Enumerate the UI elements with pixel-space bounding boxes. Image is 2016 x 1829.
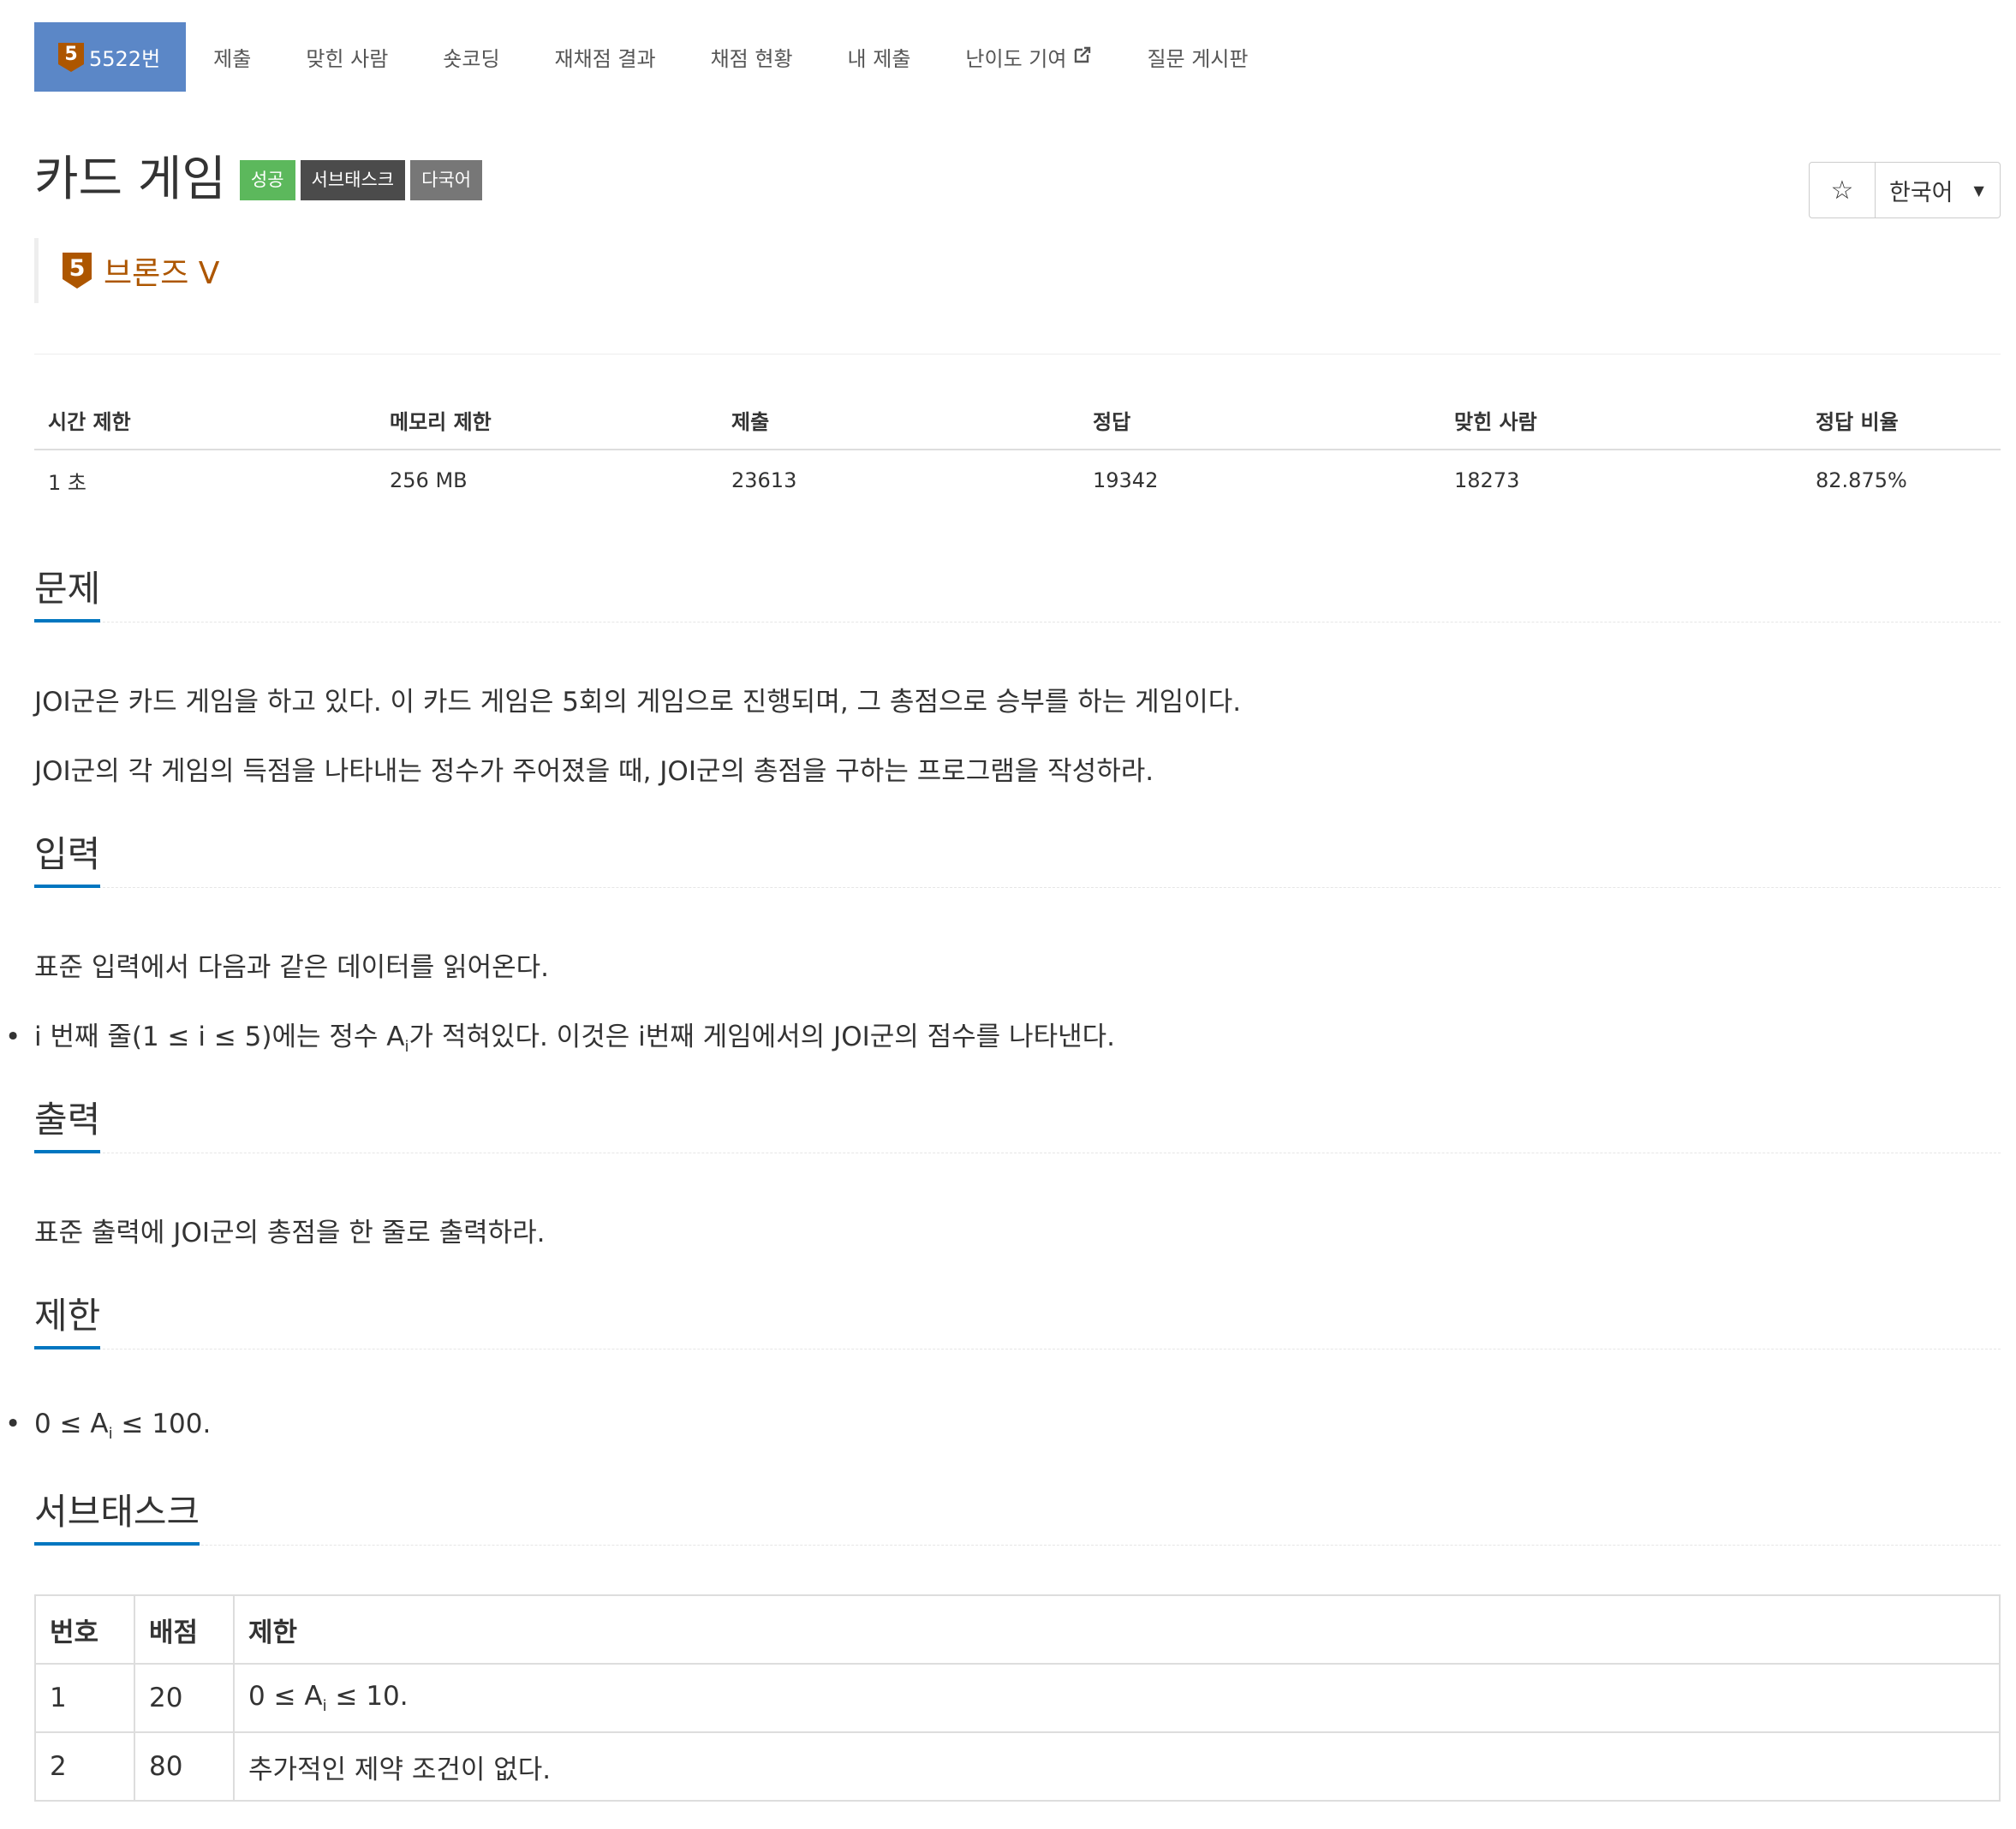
header-solved-users: 맞힌 사람 [1440,390,1802,450]
section-title: 문제 [34,568,101,623]
problem-number: 5522번 [89,47,161,71]
subtask-heading: 서브태스크 [34,1490,2001,1546]
accept-ratio-value: 82.875% [1816,468,1907,492]
problem-title-row: 카드 게임 성공 서브태스크 다국어 [34,152,483,207]
section-title: 출력 [34,1099,101,1154]
tab-difficulty-contribution[interactable]: 난이도 기여 [938,22,1119,92]
input-heading: 입력 [34,832,2001,889]
time-limit-value: 1 초 [48,470,86,495]
problem-title: 카드 게임 [34,152,226,207]
problem-menu: 5 5522번 제출 맞힌 사람 숏코딩 재채점 결과 채점 현황 내 제출 난… [34,22,1275,92]
external-link-icon [1073,45,1092,69]
tab-solved-users[interactable]: 맞힌 사람 [278,22,415,92]
bronze-tier-icon: 5 [58,42,84,72]
section-title: 입력 [34,833,101,889]
output-heading: 출력 [34,1098,2001,1154]
subtask-score: 80 [134,1731,235,1802]
caret-down-icon: ▼ [1973,182,1984,199]
tab-short-coding[interactable]: 숏코딩 [415,22,527,92]
output-paragraph: 표준 출력에 JOI군의 총점을 한 줄로 출력하라. [34,1218,546,1248]
language-select[interactable]: 한국어 ▼ [1876,162,2001,218]
table-row: 2 80 추가적인 제약 조건이 없다. [34,1731,2001,1802]
tab-my-submissions[interactable]: 내 제출 [820,22,939,92]
tab-rejudge[interactable]: 재채점 결과 [528,22,683,92]
submissions-value: 23613 [731,468,797,492]
tab-status[interactable]: 채점 현황 [683,22,820,92]
header-accepted: 정답 [1079,390,1440,450]
subtask-header-number: 번호 [34,1594,135,1665]
input-paragraph: 표준 입력에서 다음과 같은 데이터를 읽어온다. [34,952,550,983]
tier-info: 5 브론즈 V [34,238,219,303]
tab-label: 난이도 기여 [965,47,1067,71]
description-heading: 문제 [34,567,2001,623]
header-submissions: 제출 [718,390,1079,450]
header-accept-ratio: 정답 비율 [1802,390,2001,450]
subtask-number: 2 [34,1731,135,1802]
tier-name[interactable]: 브론즈 V [104,248,219,293]
header-memory-limit: 메모리 제한 [376,390,718,450]
accepted-value: 19342 [1093,468,1159,492]
description-paragraph: JOI군의 각 게임의 득점을 나타내는 정수가 주어졌을 때, JOI군의 총… [34,756,1154,787]
header-time-limit: 시간 제한 [34,390,376,450]
subtask-header-limit: 제한 [233,1594,2001,1665]
subtask-table: 번호 배점 제한 1 20 0 ≤ Ai ≤ 10. 2 80 추가적인 제약 … [34,1594,2001,1802]
input-list-item: • i 번째 줄(1 ≤ i ≤ 5)에는 정수 Ai가 적혀있다. 이것은 i번… [5,1022,1115,1057]
language-value: 한국어 [1889,179,1953,206]
multilang-label[interactable]: 다국어 [410,159,483,200]
description-paragraph: JOI군은 카드 게임을 하고 있다. 이 카드 게임은 5회의 게임으로 진행… [34,687,1242,718]
subtask-header-score: 배점 [134,1594,235,1665]
favorite-button[interactable]: ☆ [1809,162,1876,218]
solved-users-value: 18273 [1454,468,1520,492]
table-row: 1 20 0 ≤ Ai ≤ 10. [34,1663,2001,1733]
limit-list-item: • 0 ≤ Ai ≤ 100. [5,1409,212,1444]
subtask-label[interactable]: 서브태스크 [300,159,406,200]
tab-problem[interactable]: 5 5522번 [34,22,187,92]
section-title: 서브태스크 [34,1491,200,1546]
subtask-limit: 0 ≤ Ai ≤ 10. [233,1663,2001,1733]
tab-question-board[interactable]: 질문 게시판 [1119,22,1275,92]
star-icon: ☆ [1830,175,1854,206]
section-title: 제한 [34,1295,101,1350]
subtask-number: 1 [34,1663,135,1733]
limit-heading: 제한 [34,1294,2001,1350]
subtask-score: 20 [134,1663,235,1733]
memory-limit-value: 256 MB [390,468,468,492]
bronze-tier-icon: 5 [63,253,92,289]
problem-info-table: 시간 제한 메모리 제한 제출 정답 맞힌 사람 정답 비율 1 초 256 M… [34,390,2001,510]
subtask-limit: 추가적인 제약 조건이 없다. [233,1731,2001,1802]
solved-label: 성공 [239,159,295,200]
tab-submit[interactable]: 제출 [186,22,278,92]
problem-tools: ☆ 한국어 ▼ [1809,162,2001,218]
